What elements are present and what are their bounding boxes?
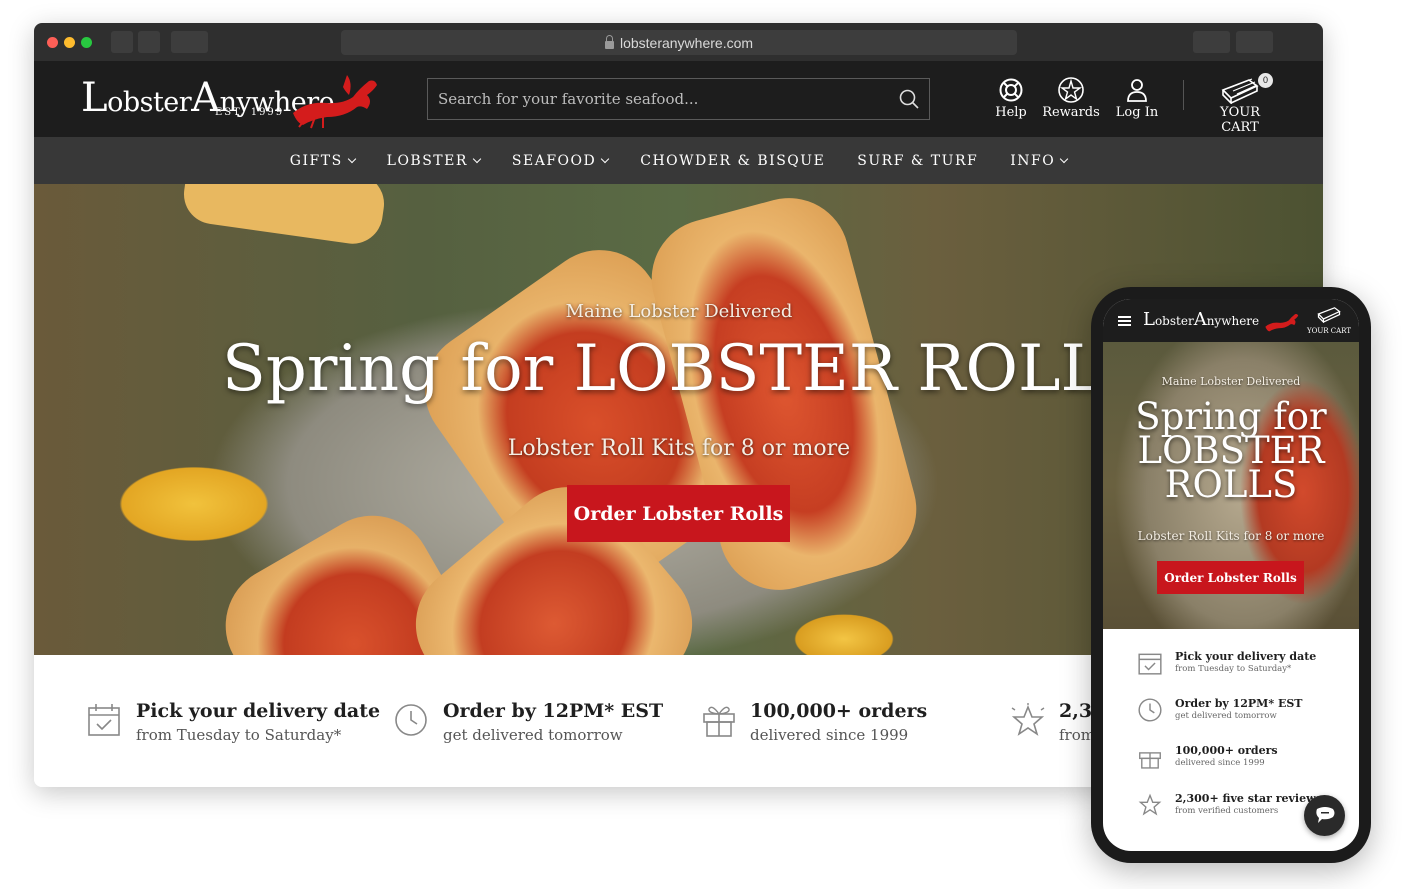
nav-surf-turf-label: SURF & TURF bbox=[857, 152, 979, 169]
feature-title: 100,000+ orders bbox=[1175, 744, 1278, 757]
header-divider bbox=[1183, 80, 1184, 110]
login-label: Log In bbox=[1115, 105, 1159, 120]
lobster-icon bbox=[1265, 313, 1299, 331]
gift-icon bbox=[700, 702, 738, 742]
login-link[interactable]: Log In bbox=[1114, 75, 1160, 120]
help-label: Help bbox=[995, 105, 1027, 120]
nav-chowder-bisque[interactable]: CHOWDER & BISQUE bbox=[624, 153, 841, 169]
star-icon bbox=[1009, 702, 1047, 744]
search-input[interactable] bbox=[428, 79, 889, 119]
lock-icon bbox=[604, 34, 614, 49]
nav-chowder-label: CHOWDER & BISQUE bbox=[640, 152, 826, 169]
nav-seafood-label: SEAFOOD bbox=[511, 152, 597, 169]
address-bar[interactable]: lobsteranywhere.com bbox=[341, 30, 1017, 55]
feature-subtitle: from Tuesday to Saturday* bbox=[1175, 664, 1292, 674]
feature-title: 2,300+ five star reviews bbox=[1175, 792, 1322, 805]
nav-info[interactable]: INFO bbox=[994, 153, 1083, 169]
rewards-link[interactable]: Rewards bbox=[1040, 75, 1102, 120]
browser-chrome: lobsteranywhere.com bbox=[34, 23, 1323, 61]
cart-crate-icon bbox=[1317, 307, 1341, 324]
rewards-label: Rewards bbox=[1042, 105, 1100, 120]
logo-word-obster: obster bbox=[1154, 314, 1194, 328]
cart-crate-icon: 0 bbox=[1200, 73, 1280, 105]
mobile-order-lobster-rolls-button[interactable]: Order Lobster Rolls bbox=[1157, 561, 1304, 594]
lifebuoy-icon bbox=[991, 75, 1031, 105]
menu-icon[interactable] bbox=[1118, 316, 1131, 326]
calendar-check-icon bbox=[86, 702, 122, 742]
logo-word-obster: obster bbox=[107, 87, 192, 118]
site-header: LobsterAnywhere EST. 1999 Help bbox=[34, 61, 1323, 137]
mobile-header: LobsterAnywhere YOUR CART bbox=[1103, 299, 1359, 342]
clock-icon bbox=[1137, 697, 1163, 727]
chevron-down-icon bbox=[601, 154, 610, 163]
tabs-button[interactable] bbox=[1236, 31, 1273, 53]
url-text: lobsteranywhere.com bbox=[619, 34, 754, 51]
logo-word-nywhere: nywhere bbox=[1206, 314, 1260, 328]
site-logo[interactable]: LobsterAnywhere EST. 1999 bbox=[81, 73, 381, 129]
feature-subtitle: get delivered tomorrow bbox=[1175, 711, 1277, 721]
logo-letter-l: L bbox=[81, 75, 108, 121]
feature-subtitle: from verified customers bbox=[1175, 806, 1279, 816]
mobile-hero-kicker: Maine Lobster Delivered bbox=[1161, 375, 1301, 388]
mobile-title-line: ROLLS bbox=[1164, 463, 1298, 506]
nav-lobster[interactable]: LOBSTER bbox=[371, 153, 496, 169]
mobile-hero-title: Spring for LOBSTER ROLLS bbox=[1103, 398, 1359, 506]
help-link[interactable]: Help bbox=[991, 75, 1031, 120]
feature-subtitle: get delivered tomorrow bbox=[443, 726, 623, 744]
star-icon bbox=[1137, 792, 1163, 822]
chevron-down-icon bbox=[472, 154, 482, 163]
nav-seafood[interactable]: SEAFOOD bbox=[496, 153, 624, 169]
logo-est: EST. 1999 bbox=[215, 107, 285, 118]
close-window-button[interactable] bbox=[47, 37, 58, 48]
lobster-icon bbox=[293, 75, 377, 129]
cart-count-badge: 0 bbox=[1258, 73, 1273, 88]
chevron-down-icon bbox=[1059, 154, 1069, 163]
logo-letter-a: A bbox=[1193, 309, 1207, 330]
nav-surf-turf[interactable]: SURF & TURF bbox=[841, 153, 994, 169]
mobile-logo[interactable]: LobsterAnywhere bbox=[1143, 309, 1299, 333]
mobile-phone-frame: LobsterAnywhere YOUR CART Maine Lobster … bbox=[1091, 287, 1371, 863]
main-nav: GIFTS LOBSTER SEAFOOD CHOWDER & BISQUE S… bbox=[34, 137, 1323, 184]
back-button[interactable] bbox=[111, 31, 133, 53]
cart-label: YOUR CART bbox=[1220, 105, 1260, 135]
cart-link[interactable]: 0 YOUR CART bbox=[1200, 73, 1280, 135]
search-bar[interactable] bbox=[427, 78, 930, 120]
user-icon bbox=[1114, 75, 1160, 105]
mobile-screen: LobsterAnywhere YOUR CART Maine Lobster … bbox=[1103, 299, 1359, 851]
nav-lobster-label: LOBSTER bbox=[386, 152, 468, 169]
share-button[interactable] bbox=[1193, 31, 1230, 53]
nav-gifts[interactable]: GIFTS bbox=[274, 153, 371, 169]
chat-button[interactable] bbox=[1304, 795, 1345, 836]
feature-title: Order by 12PM* EST bbox=[1175, 697, 1303, 710]
maximize-window-button[interactable] bbox=[81, 37, 92, 48]
calendar-check-icon bbox=[1137, 650, 1163, 680]
mobile-hero: Maine Lobster Delivered Spring for LOBST… bbox=[1103, 342, 1359, 629]
nav-info-label: INFO bbox=[1010, 152, 1056, 169]
gift-icon bbox=[1137, 744, 1163, 774]
nav-gifts-label: GIFTS bbox=[289, 152, 343, 169]
feature-subtitle: from Tuesday to Saturday* bbox=[136, 726, 342, 744]
feature-title: Pick your delivery date bbox=[1175, 650, 1317, 663]
chevron-down-icon bbox=[347, 154, 356, 163]
hero-title: Spring for LOBSTER ROLLS bbox=[222, 332, 1147, 406]
chat-bubble-icon bbox=[1315, 806, 1334, 823]
sidebar-button[interactable] bbox=[171, 31, 208, 53]
feature-title: Pick your delivery date bbox=[136, 700, 381, 722]
feature-title: Order by 12PM* EST bbox=[443, 700, 664, 722]
logo-letter-l: L bbox=[1143, 309, 1155, 330]
feature-subtitle: delivered since 1999 bbox=[1175, 758, 1265, 768]
mobile-hero-subtitle: Lobster Roll Kits for 8 or more bbox=[1137, 529, 1325, 543]
starfish-icon bbox=[1040, 75, 1102, 105]
mobile-cart-link[interactable]: YOUR CART bbox=[1307, 305, 1351, 335]
minimize-window-button[interactable] bbox=[64, 37, 75, 48]
search-icon[interactable] bbox=[889, 79, 929, 119]
mobile-cart-label: YOUR CART bbox=[1307, 327, 1351, 335]
feature-subtitle: delivered since 1999 bbox=[750, 726, 909, 744]
clock-icon bbox=[393, 702, 429, 742]
forward-button[interactable] bbox=[138, 31, 160, 53]
order-lobster-rolls-button[interactable]: Order Lobster Rolls bbox=[567, 485, 790, 542]
feature-title: 100,000+ orders bbox=[750, 700, 928, 722]
